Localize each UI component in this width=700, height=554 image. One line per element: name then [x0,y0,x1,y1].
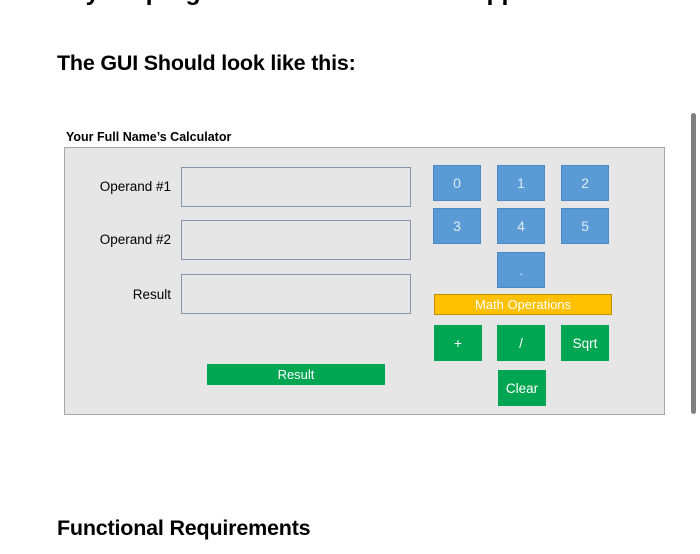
functional-requirements-heading: Functional Requirements [57,516,311,540]
scrollbar-thumb[interactable] [691,113,696,414]
operand-1-label: Operand #1 [99,179,171,194]
add-button[interactable]: + [434,325,482,361]
clipped-text-line: in your program and screenshot it. Appro… [57,0,555,7]
clear-button[interactable]: Clear [498,370,546,406]
digit-1-button[interactable]: 1 [497,165,545,201]
operand-2-input[interactable] [181,220,411,260]
math-operations-banner: Math Operations [434,294,612,315]
result-button[interactable]: Result [207,364,385,385]
decimal-point-button[interactable]: . [497,252,545,288]
result-label: Result [132,287,171,302]
digit-5-button[interactable]: 5 [561,208,609,244]
divide-button[interactable]: / [497,325,545,361]
calculator-title: Your Full Name’s Calculator [66,130,232,144]
operand-2-label: Operand #2 [99,232,171,247]
scrollbar-track[interactable] [686,0,700,554]
page-title: The GUI Should look like this: [57,51,356,75]
sqrt-button[interactable]: Sqrt [561,325,609,361]
digit-3-button[interactable]: 3 [433,208,481,244]
digit-4-button[interactable]: 4 [497,208,545,244]
digit-2-button[interactable]: 2 [561,165,609,201]
operand-1-input[interactable] [181,167,411,207]
result-input[interactable] [181,274,411,314]
digit-0-button[interactable]: 0 [433,165,481,201]
